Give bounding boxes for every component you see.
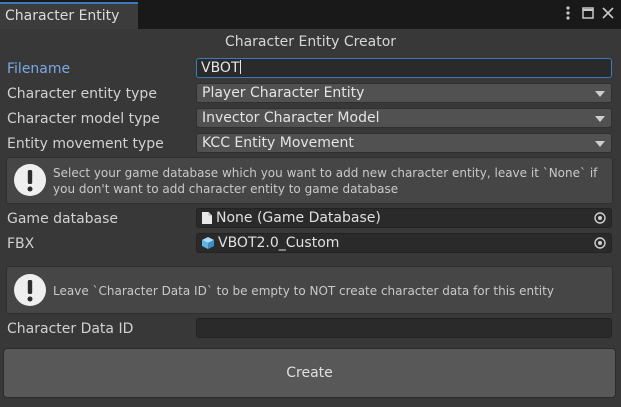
tab-character-entity[interactable]: Character Entity <box>0 2 138 29</box>
object-picker-icon[interactable] <box>594 237 606 249</box>
create-button[interactable]: Create <box>3 348 616 398</box>
file-icon <box>202 212 212 224</box>
movement-type-dropdown[interactable]: KCC Entity Movement <box>196 133 612 153</box>
page-title: Character Entity Creator <box>224 34 397 50</box>
entity-type-value: Player Character Entity <box>202 85 365 101</box>
text-caret <box>239 60 241 74</box>
info-icon <box>14 164 46 196</box>
model-type-dropdown[interactable]: Invector Character Model <box>196 108 612 128</box>
character-data-help-box: Leave `Character Data ID` to be empty to… <box>6 266 613 314</box>
database-help-text: Select your game database which you want… <box>53 166 598 196</box>
character-data-id-input[interactable] <box>196 318 612 338</box>
fbx-label: FBX <box>7 236 35 252</box>
model-type-label: Character model type <box>7 111 160 127</box>
maximize-icon[interactable] <box>580 4 596 22</box>
character-data-help-text: Leave `Character Data ID` to be empty to… <box>53 284 554 298</box>
filename-value: VBOT <box>201 60 240 76</box>
chevron-down-icon <box>595 116 605 122</box>
tab-bar: Character Entity <box>0 0 621 29</box>
entity-type-dropdown[interactable]: Player Character Entity <box>196 83 612 103</box>
chevron-down-icon <box>595 91 605 97</box>
kebab-menu-icon[interactable] <box>560 4 576 22</box>
filename-input[interactable]: VBOT <box>196 58 612 78</box>
model-prefab-icon <box>202 237 214 249</box>
movement-type-label: Entity movement type <box>7 136 164 152</box>
fbx-field[interactable]: VBOT2.0_Custom <box>196 233 612 253</box>
model-type-value: Invector Character Model <box>202 110 380 126</box>
info-icon <box>14 274 46 306</box>
entity-type-label: Character entity type <box>7 86 157 102</box>
movement-type-value: KCC Entity Movement <box>202 135 354 151</box>
character-data-id-label: Character Data ID <box>7 321 134 337</box>
database-help-box: Select your game database which you want… <box>6 157 613 204</box>
filename-label: Filename <box>7 61 71 77</box>
close-icon[interactable] <box>600 4 616 22</box>
game-database-field[interactable]: None (Game Database) <box>196 208 612 228</box>
fbx-value: VBOT2.0_Custom <box>218 235 340 251</box>
game-database-value: None (Game Database) <box>216 210 381 226</box>
chevron-down-icon <box>595 141 605 147</box>
game-database-label: Game database <box>7 211 119 227</box>
object-picker-icon[interactable] <box>594 212 606 224</box>
